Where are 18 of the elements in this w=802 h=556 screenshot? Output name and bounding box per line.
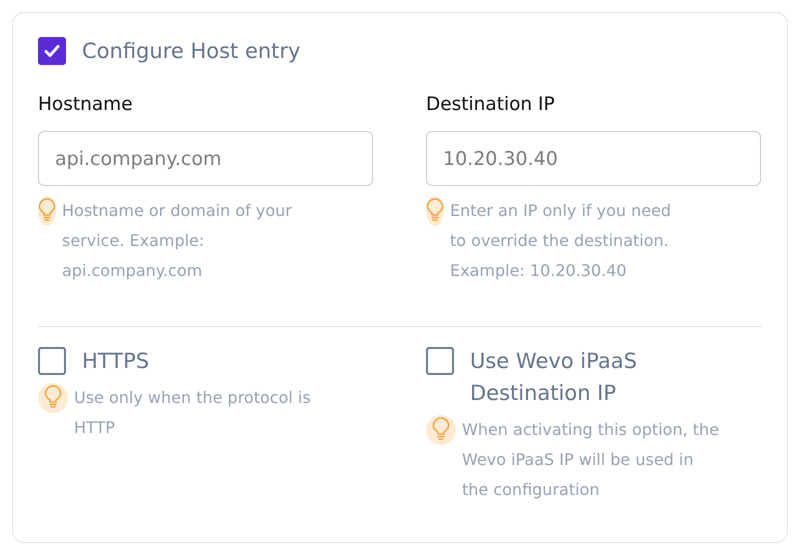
lightbulb-icon — [38, 196, 56, 226]
checkbox[interactable] — [38, 37, 66, 65]
checkbox-label: Configure Host entry — [82, 39, 300, 63]
checkbox-label: Use Wevo iPaaS Destination IP — [470, 348, 638, 407]
checkbox-label: HTTPS — [82, 348, 150, 375]
lightbulb-icon — [38, 383, 68, 413]
hint-text: Hostname or domain of your service. Example: api.company.com — [62, 200, 293, 282]
lightbulb-icon — [426, 196, 444, 226]
hint-text: Use only when the protocol is HTTP — [74, 387, 312, 439]
checkbox[interactable] — [426, 347, 454, 375]
input-field[interactable]: 10.20.30.40 — [426, 131, 761, 186]
hint-text: When activating this option, the Wevo iPaaS IP will be used in the configuration — [462, 419, 720, 501]
checkbox[interactable] — [38, 347, 66, 375]
lightbulb-icon — [426, 415, 456, 445]
hint-text: Enter an IP only if you need to override the destination. Example: 10.20.30.40 — [450, 200, 672, 282]
input-field[interactable]: api.company.com — [38, 131, 373, 186]
field-label: Destination IP — [426, 93, 555, 117]
field-label: Hostname — [38, 93, 133, 117]
